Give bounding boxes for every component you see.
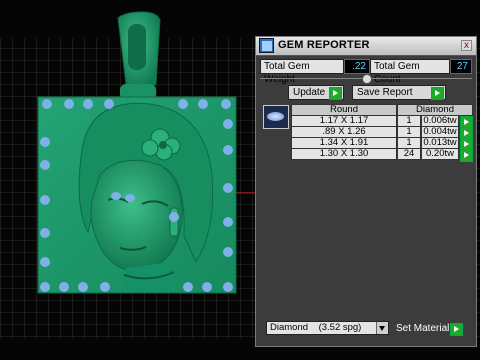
table-row[interactable]: .89 X 1.26 1 0.004tw (291, 126, 473, 140)
gem (111, 192, 121, 200)
panel-title: GEM REPORTER (278, 39, 370, 51)
gem (104, 99, 114, 109)
gem-size: 1.30 X 1.30 (291, 148, 397, 160)
gem-reporter-app-icon (259, 38, 274, 53)
gem (40, 195, 50, 205)
table-row[interactable]: 1.34 X 1.91 1 0.013tw (291, 137, 473, 151)
update-button[interactable]: Update (288, 85, 344, 100)
gem (178, 99, 188, 109)
gem-weight: 0.20tw (421, 148, 459, 160)
table-header-row: Round Diamond (291, 104, 473, 116)
table-row[interactable]: 1.30 X 1.30 24 0.20tw (291, 148, 473, 162)
go-arrow-icon[interactable] (460, 149, 473, 162)
material-select[interactable]: Diamond (3.52 spg) (266, 321, 389, 335)
gem (59, 282, 69, 292)
save-report-button[interactable]: Save Report (352, 85, 446, 100)
gem (223, 145, 233, 155)
gem (64, 99, 74, 109)
material-select-value: Diamond (3.52 spg) (270, 322, 362, 333)
gem (223, 119, 233, 129)
gem (223, 183, 233, 193)
gem (198, 99, 208, 109)
gem (221, 99, 231, 109)
panel-titlebar[interactable]: GEM REPORTER x (256, 37, 476, 56)
set-material-button[interactable]: Set Material (392, 322, 463, 336)
gem-reporter-panel: GEM REPORTER x Total Gem Weight .22 Tota… (255, 36, 477, 347)
close-icon[interactable]: x (461, 40, 472, 51)
gem (223, 247, 233, 257)
splitter-handle[interactable] (362, 74, 372, 84)
total-gem-count-value: 27 (450, 59, 472, 74)
gem (202, 282, 212, 292)
go-arrow-icon (431, 87, 444, 100)
total-gem-weight-label: Total Gem Weight (260, 59, 344, 85)
update-button-label: Update (293, 87, 326, 98)
gem-thumbnail-icon[interactable] (263, 105, 289, 129)
gem (100, 282, 110, 292)
gem (40, 160, 50, 170)
total-gem-count-label: Total Gem Count (370, 59, 450, 85)
go-arrow-icon (329, 87, 342, 100)
gem (83, 99, 93, 109)
dropdown-arrow-icon[interactable] (376, 322, 388, 334)
save-report-button-label: Save Report (357, 87, 413, 98)
gem (40, 228, 50, 238)
gem-count: 24 (397, 148, 421, 160)
face-relief (90, 159, 183, 272)
go-arrow-icon (450, 323, 463, 336)
gem (125, 194, 135, 202)
gem (223, 217, 233, 227)
gem (40, 257, 50, 267)
gem (40, 137, 50, 147)
table-row[interactable]: 1.17 X 1.17 1 0.006tw (291, 115, 473, 129)
set-material-button-label: Set Material (396, 323, 450, 334)
gem-table: Round Diamond 1.17 X 1.17 1 0.006tw .89 … (291, 104, 473, 162)
gem (78, 282, 88, 292)
gem (42, 99, 52, 109)
gem (169, 212, 179, 222)
gem (223, 282, 233, 292)
gem (183, 282, 193, 292)
gem (40, 282, 50, 292)
total-gem-weight-value: .22 (344, 59, 370, 74)
